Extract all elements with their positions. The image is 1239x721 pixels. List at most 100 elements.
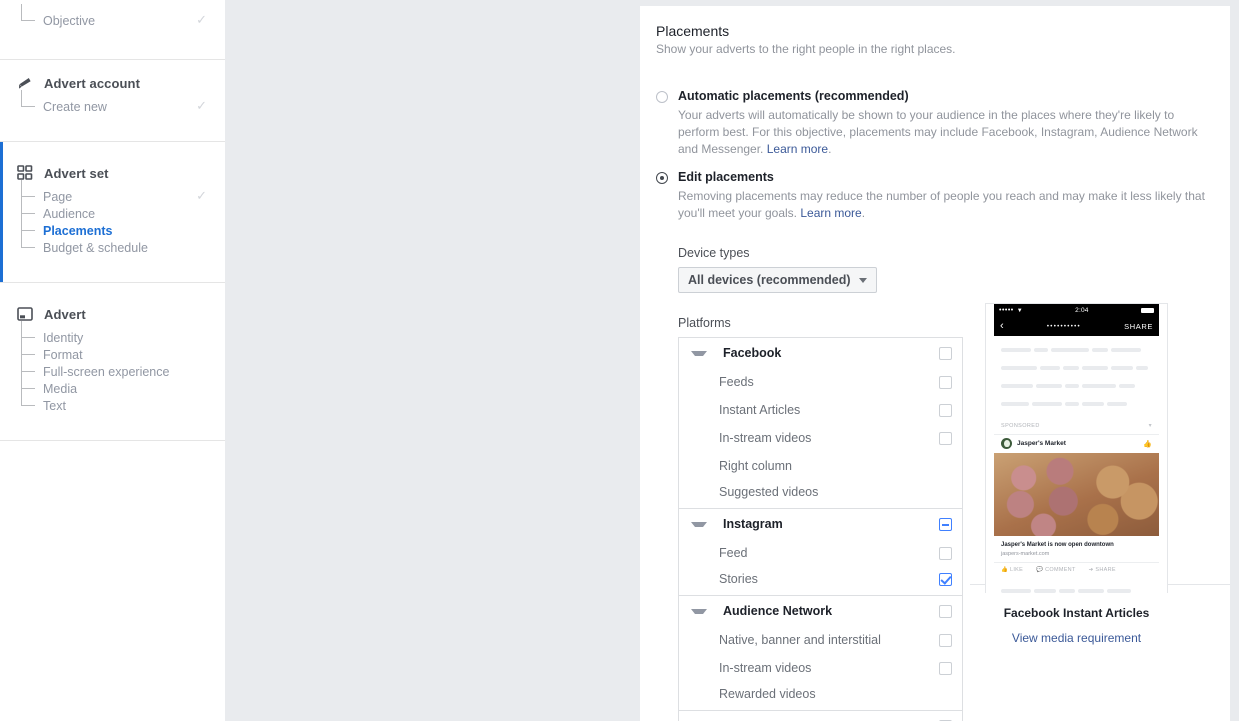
battery-icon xyxy=(1141,308,1154,313)
placement-checkbox-instant-articles[interactable] xyxy=(939,403,952,417)
sidebar-item-page[interactable]: Page ✓ xyxy=(0,188,225,205)
share-label: SHARE xyxy=(1095,566,1116,573)
placement-row-feed[interactable]: Feed xyxy=(679,539,962,567)
placement-row-instant-articles[interactable]: Instant Articles xyxy=(679,396,962,424)
options-spacer xyxy=(656,158,1230,170)
chevron-down-icon[interactable] xyxy=(691,521,707,527)
skeleton-line xyxy=(1051,347,1089,352)
sponsored-label-row: SPONSORED ▾ xyxy=(994,416,1159,434)
phone-nav-bar: ‹ •••••••••• SHARE xyxy=(994,317,1159,336)
check-icon: ✓ xyxy=(196,188,207,203)
skeleton-line xyxy=(1065,401,1079,406)
sponsored-label: SPONSORED xyxy=(1001,422,1040,429)
nav-subitems-advert: Identity Format Full-screen experience M… xyxy=(0,321,225,440)
thumbs-up-icon[interactable]: 👍 xyxy=(1143,440,1152,448)
sidebar-item-audience[interactable]: Audience xyxy=(0,205,225,222)
ad-actions-row: 👍 LIKE 💬 COMMENT ➔ SHARE xyxy=(994,561,1159,577)
platform-name: Instagram xyxy=(723,517,783,531)
sidebar-item-label: Media xyxy=(43,381,78,396)
placement-checkbox-in-stream-videos-an[interactable] xyxy=(939,661,952,675)
automatic-placements-option[interactable]: Automatic placements (recommended) xyxy=(656,89,1230,104)
nav-group-campaign: Objective ✓ xyxy=(0,4,225,60)
device-types-selected-value: All devices (recommended) xyxy=(688,273,851,287)
nav-tree-line xyxy=(21,321,22,405)
placement-row-in-stream-videos-fb[interactable]: In-stream videos xyxy=(679,424,962,452)
device-types-dropdown[interactable]: All devices (recommended) xyxy=(678,267,877,293)
placement-name: Right column xyxy=(719,459,792,473)
sidebar-item-identity[interactable]: Identity xyxy=(0,329,225,346)
nav-tree-line xyxy=(21,90,22,106)
automatic-placements-learn-more-link[interactable]: Learn more xyxy=(767,142,828,156)
placement-checkbox-native-banner-interstitial[interactable] xyxy=(939,633,952,647)
nav-group-header-advert-account[interactable]: Advert account xyxy=(0,60,225,98)
platform-row-messenger[interactable]: Messenger xyxy=(679,711,962,721)
platforms-list: Facebook Feeds Instant Articles In-strea… xyxy=(678,337,963,721)
edit-placements-description-text: Removing placements may reduce the numbe… xyxy=(678,189,1205,220)
placement-row-rewarded-videos: Rewarded videos xyxy=(679,682,962,710)
edit-placements-option[interactable]: Edit placements xyxy=(656,170,1230,185)
sidebar-item-full-screen-experience[interactable]: Full-screen experience xyxy=(0,363,225,380)
sidebar-item-label: Full-screen experience xyxy=(43,364,170,379)
placements-panel: Placements Show your adverts to the righ… xyxy=(640,6,1230,721)
placement-checkbox-feeds[interactable] xyxy=(939,375,952,389)
sidebar-item-label: Identity xyxy=(43,330,84,345)
ad-url: jaspers-market.com xyxy=(1001,550,1050,557)
sidebar-item-objective[interactable]: Objective ✓ xyxy=(0,12,225,29)
sidebar-item-media[interactable]: Media xyxy=(0,380,225,397)
skeleton-line xyxy=(1036,383,1062,388)
automatic-placements-radio[interactable] xyxy=(656,91,668,103)
skeleton-line xyxy=(1001,401,1029,406)
nav-group-advert-account: Advert account Create new ✓ xyxy=(0,60,225,142)
edit-placements-label: Edit placements xyxy=(678,170,774,184)
chevron-down-icon[interactable] xyxy=(691,608,707,614)
sidebar-item-text[interactable]: Text xyxy=(0,397,225,414)
skeleton-line xyxy=(1063,365,1079,370)
platform-checkbox-instagram[interactable] xyxy=(939,517,952,531)
placement-checkbox-in-stream-videos-fb[interactable] xyxy=(939,431,952,445)
nav-group-header-advert[interactable]: Advert xyxy=(0,283,225,329)
placement-name: Instant Articles xyxy=(719,403,801,417)
platform-checkbox-facebook[interactable] xyxy=(939,346,952,360)
avatar xyxy=(1001,438,1012,449)
placement-row-native-banner-interstitial[interactable]: Native, banner and interstitial xyxy=(679,626,962,654)
nav-subitems-advert-account: Create new ✓ xyxy=(0,90,225,141)
sidebar-item-placements[interactable]: Placements xyxy=(0,222,225,239)
sidebar-item-create-new[interactable]: Create new ✓ xyxy=(0,98,225,115)
edit-placements-learn-more-link[interactable]: Learn more xyxy=(800,206,861,220)
placement-checkbox-stories[interactable] xyxy=(939,572,952,586)
skeleton-line xyxy=(1059,589,1075,593)
placement-preview: ••••• ▼ 2:04 ‹ •••••••••• SHARE SPONSORE… xyxy=(985,303,1168,645)
skeleton-line xyxy=(1082,383,1116,388)
platform-row-facebook[interactable]: Facebook xyxy=(679,338,962,368)
check-icon: ✓ xyxy=(196,98,207,113)
platform-checkbox-audience-network[interactable] xyxy=(939,604,952,618)
view-media-requirement-link[interactable]: View media requirement xyxy=(985,631,1168,645)
edit-placements-radio[interactable] xyxy=(656,172,668,184)
skeleton-line xyxy=(1092,347,1108,352)
edit-placements-description-suffix: . xyxy=(861,206,866,220)
placement-row-stories[interactable]: Stories xyxy=(679,567,962,595)
like-action[interactable]: 👍 LIKE xyxy=(1001,567,1023,573)
sidebar-item-budget-and-schedule[interactable]: Budget & schedule xyxy=(0,239,225,256)
skeleton-line xyxy=(1107,401,1127,406)
article-skeleton-bottom xyxy=(994,577,1159,593)
share-action[interactable]: ➔ SHARE xyxy=(1089,567,1116,573)
skeleton-line xyxy=(1082,365,1108,370)
sidebar-item-label: Budget & schedule xyxy=(43,240,148,255)
platform-row-instagram[interactable]: Instagram xyxy=(679,509,962,539)
sidebar-item-label: Text xyxy=(43,398,66,413)
placement-row-feeds[interactable]: Feeds xyxy=(679,368,962,396)
share-button[interactable]: SHARE xyxy=(1124,322,1153,331)
placement-checkbox-feed[interactable] xyxy=(939,546,952,560)
platform-row-audience-network[interactable]: Audience Network xyxy=(679,596,962,626)
skeleton-line xyxy=(1119,383,1135,388)
skeleton-line xyxy=(1001,589,1031,593)
placement-row-in-stream-videos-an[interactable]: In-stream videos xyxy=(679,654,962,682)
nav-group-header-advert-set[interactable]: Advert set xyxy=(0,142,225,188)
comment-action[interactable]: 💬 COMMENT xyxy=(1036,567,1076,573)
platform-section-instagram: Instagram Feed Stories xyxy=(679,509,962,596)
automatic-placements-description-text: Your adverts will automatically be shown… xyxy=(678,108,1198,156)
chevron-down-icon[interactable] xyxy=(691,350,707,356)
article-skeleton-top xyxy=(994,336,1159,416)
sidebar-item-format[interactable]: Format xyxy=(0,346,225,363)
